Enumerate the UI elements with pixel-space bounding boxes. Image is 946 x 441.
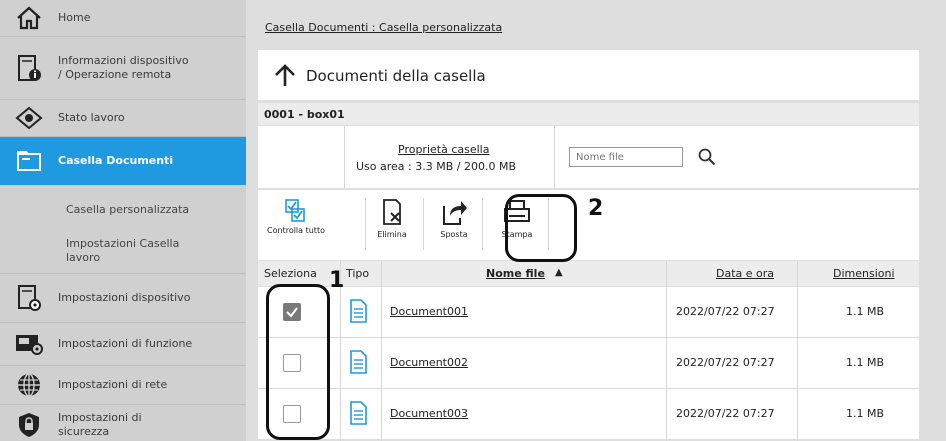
up-arrow-icon[interactable] xyxy=(274,64,296,88)
sort-asc-icon: ▲ xyxy=(555,267,563,278)
sidebar-item-custom-box[interactable]: Casella personalizzata xyxy=(0,198,246,222)
sidebar-item-device-settings[interactable]: Impostazioni dispositivo xyxy=(0,274,246,322)
sidebar-item-label-line1: Impostazioni Casella xyxy=(66,237,180,250)
sidebar-item-network-settings[interactable]: Impostazioni di rete xyxy=(0,366,246,404)
table-header: Seleziona Tipo Nome file ▲ Data e ora Di… xyxy=(258,261,919,286)
column-date[interactable]: Data e ora xyxy=(716,267,774,280)
callout-frame-checkboxes xyxy=(266,284,330,440)
document-file-icon xyxy=(350,401,367,425)
callout-number-2: 2 xyxy=(588,196,604,221)
sidebar-item-label: Impostazioni di funzione xyxy=(58,337,193,350)
file-name-link[interactable]: Document002 xyxy=(390,356,468,369)
search-input[interactable] xyxy=(569,147,683,167)
document-file-icon xyxy=(350,299,367,323)
sidebar-item-label-line2: sicurezza xyxy=(58,425,110,438)
file-date: 2022/07/22 07:27 xyxy=(676,356,775,369)
sidebar-item-security-settings[interactable]: Impostazioni di sicurezza xyxy=(0,405,246,441)
sidebar-item-label: Impostazioni dispositivo xyxy=(58,291,191,304)
globe-icon xyxy=(0,372,58,398)
column-select: Seleziona xyxy=(264,267,317,280)
check-all-icon xyxy=(285,199,305,222)
file-name-link[interactable]: Document003 xyxy=(390,407,468,420)
page-title: Documenti della casella xyxy=(306,67,486,85)
delete-icon xyxy=(383,199,401,225)
eye-icon xyxy=(0,106,58,130)
delete-button[interactable]: Elimina xyxy=(370,198,414,239)
usage-text: Uso area : 3.3 MB / 200.0 MB xyxy=(356,160,516,173)
sidebar-item-label-line2: lavoro xyxy=(66,251,101,264)
table-row[interactable]: Document003 2022/07/22 07:27 1.1 MB xyxy=(258,389,919,439)
file-date: 2022/07/22 07:27 xyxy=(676,407,775,420)
search-icon[interactable] xyxy=(698,148,716,166)
sidebar-item-label: Home xyxy=(58,11,91,24)
device-settings-icon xyxy=(0,284,58,312)
shield-icon xyxy=(0,411,58,439)
sidebar-item-job-box-settings[interactable]: Impostazioni Casella lavoro xyxy=(0,234,246,268)
document-file-icon xyxy=(350,350,367,374)
move-icon xyxy=(443,201,467,225)
file-size: 1.1 MB xyxy=(846,407,885,420)
callout-frame-print xyxy=(505,194,577,262)
sidebar: Home Informazioni dispositivo / Operazio… xyxy=(0,0,246,441)
file-size: 1.1 MB xyxy=(846,356,885,369)
file-name-link[interactable]: Document001 xyxy=(390,305,468,318)
sidebar-item-document-box[interactable]: Casella Documenti xyxy=(0,137,246,185)
box-id-row: 0001 - box01 xyxy=(258,103,919,125)
table-row[interactable]: Document001 2022/07/22 07:27 1.1 MB xyxy=(258,287,919,337)
sidebar-item-label: Stato lavoro xyxy=(58,111,125,124)
move-label: Sposta xyxy=(440,230,468,239)
box-properties-link[interactable]: Proprietà casella xyxy=(398,143,489,156)
callout-number-1: 1 xyxy=(329,268,345,293)
breadcrumb[interactable]: Casella Documenti : Casella personalizza… xyxy=(265,21,502,34)
sidebar-item-label: Impostazioni di rete xyxy=(58,378,168,391)
box-id: 0001 - box01 xyxy=(264,108,345,121)
sidebar-item-label-line2: / Operazione remota xyxy=(58,68,172,81)
check-all-label: Controlla tutto xyxy=(267,226,325,235)
sidebar-item-home[interactable]: Home xyxy=(0,0,246,36)
sidebar-item-label: Casella Documenti xyxy=(58,154,174,167)
column-filename[interactable]: Nome file xyxy=(486,267,545,280)
box-info-row: Proprietà casella Uso area : 3.3 MB / 20… xyxy=(258,126,919,188)
check-all-button[interactable]: Controlla tutto xyxy=(264,198,328,235)
sidebar-item-label-line1: Informazioni dispositivo xyxy=(58,54,189,67)
move-button[interactable]: Sposta xyxy=(434,198,474,239)
sidebar-item-label: Casella personalizzata xyxy=(66,203,190,216)
column-type: Tipo xyxy=(346,267,370,280)
function-settings-icon xyxy=(0,333,58,355)
device-info-icon xyxy=(0,53,58,83)
panel-header: Documenti della casella xyxy=(258,50,919,100)
sidebar-item-device-info[interactable]: Informazioni dispositivo / Operazione re… xyxy=(0,37,246,99)
sidebar-item-label-line1: Impostazioni di xyxy=(58,411,142,424)
sidebar-item-function-settings[interactable]: Impostazioni di funzione xyxy=(0,323,246,365)
folder-icon xyxy=(0,150,58,172)
table-row[interactable]: Document002 2022/07/22 07:27 1.1 MB xyxy=(258,338,919,388)
sidebar-item-job-status[interactable]: Stato lavoro xyxy=(0,100,246,136)
file-date: 2022/07/22 07:27 xyxy=(676,305,775,318)
column-size[interactable]: Dimensioni xyxy=(833,267,895,280)
delete-label: Elimina xyxy=(377,230,407,239)
home-icon xyxy=(0,6,58,30)
file-size: 1.1 MB xyxy=(846,305,885,318)
